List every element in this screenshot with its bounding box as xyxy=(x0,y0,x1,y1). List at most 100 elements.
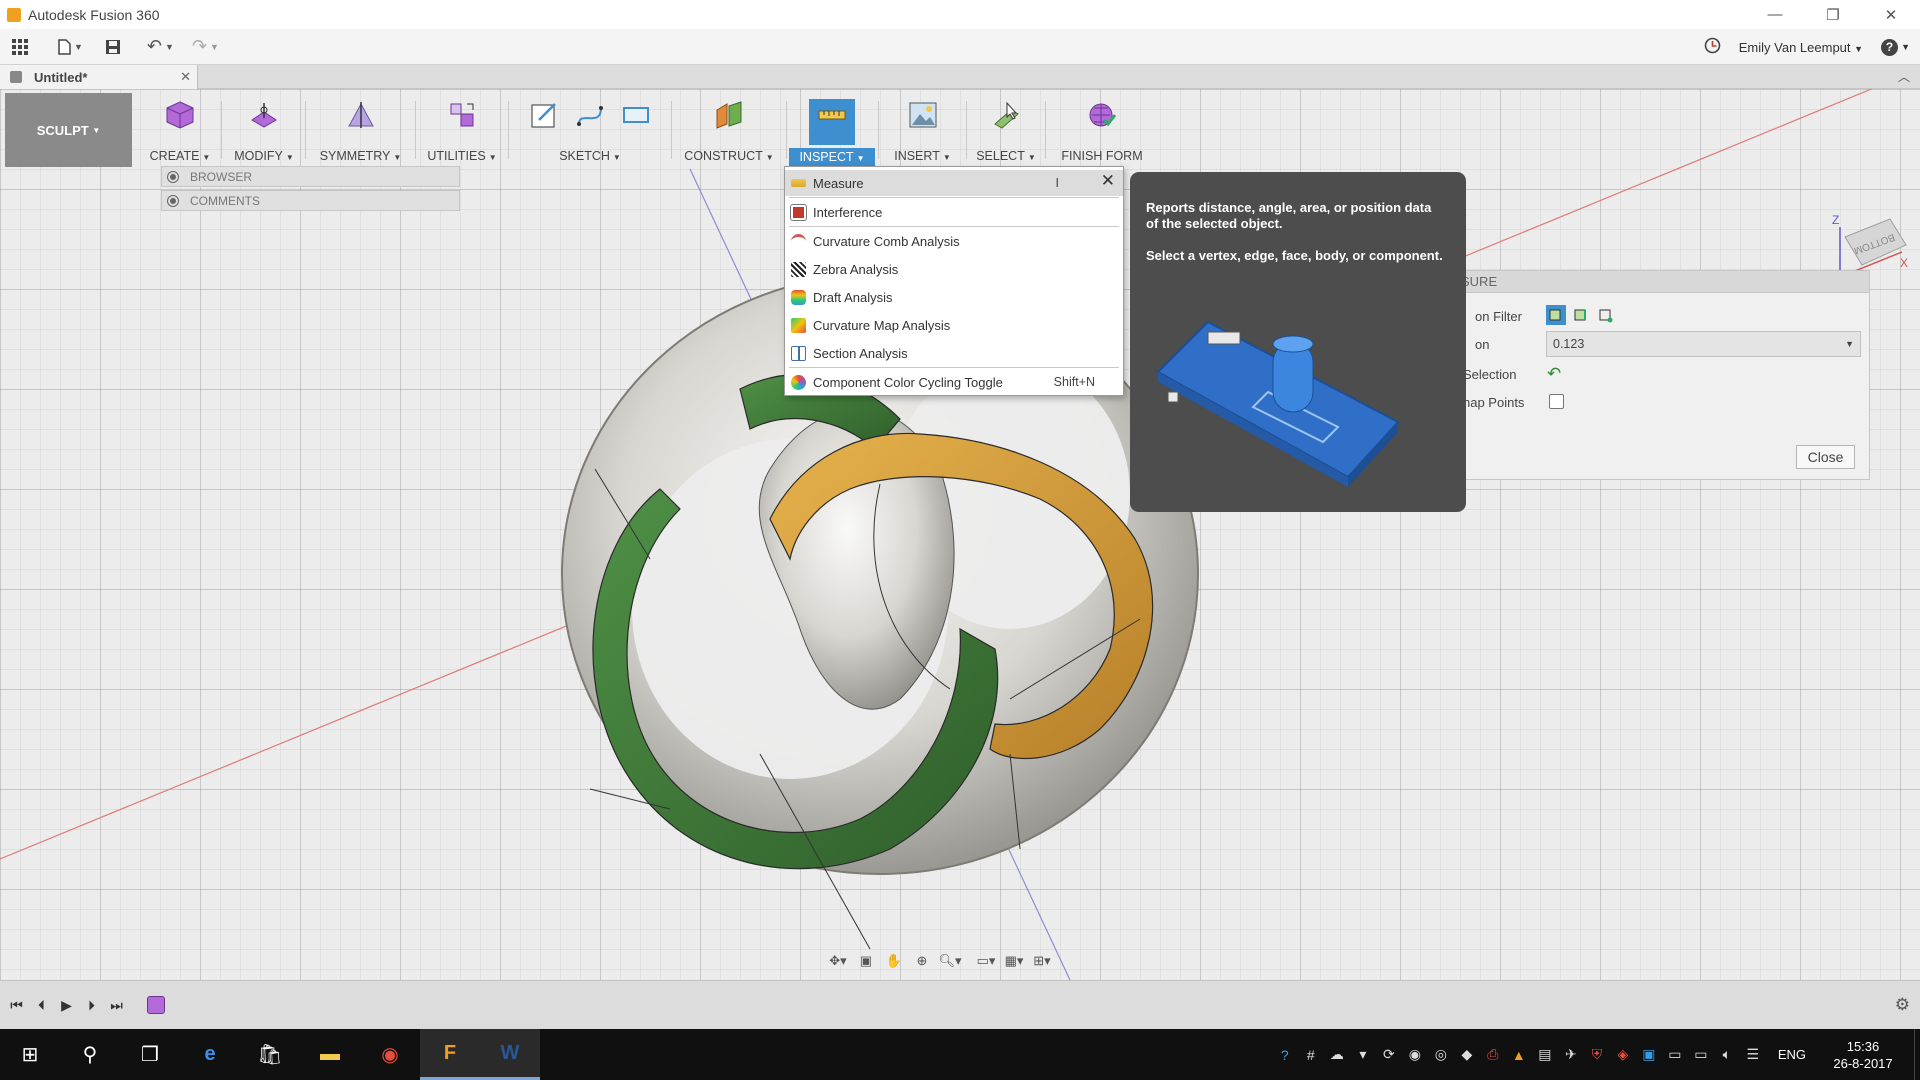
edge-browser-icon[interactable]: e xyxy=(180,1029,240,1080)
go-to-start-icon[interactable]: ⏮ xyxy=(4,993,29,1018)
precision-value: 0.123 xyxy=(1553,337,1585,351)
look-at-icon[interactable]: ▣ xyxy=(854,949,878,973)
spline-icon xyxy=(574,99,606,131)
display-tray-icon[interactable]: ▭ xyxy=(1662,1029,1688,1080)
fusion-taskbar-icon[interactable]: F xyxy=(420,1029,480,1080)
chrome-icon[interactable]: ◉ xyxy=(360,1029,420,1080)
word-taskbar-icon[interactable]: W xyxy=(480,1029,540,1080)
measure-dialog: SURE on Filter on 0.123 ▼ Selection ↶ nap… xyxy=(1440,270,1870,480)
ribbon-group-symmetry[interactable]: SYMMETRY ▼ xyxy=(307,93,414,167)
pdf-tray-icon[interactable]: ⎙ xyxy=(1480,1029,1506,1080)
job-status-icon[interactable] xyxy=(1704,37,1721,57)
undo-button[interactable]: ↶ ▼ xyxy=(143,33,178,61)
ribbon-group-sketch[interactable]: SKETCH ▼ xyxy=(510,93,670,167)
pan-icon[interactable]: ✋ xyxy=(882,949,906,973)
menu-item-measure[interactable]: Measure I xyxy=(785,170,1123,196)
data-panel-button[interactable] xyxy=(8,33,32,61)
file-explorer-icon[interactable]: ▬ xyxy=(300,1029,360,1080)
task-view-icon[interactable]: ❐ xyxy=(120,1029,180,1080)
comments-panel[interactable]: COMMENTS xyxy=(161,190,460,211)
network-drive-tray-icon[interactable]: ▾ xyxy=(1350,1029,1376,1080)
go-to-end-icon[interactable]: ⏭ xyxy=(104,993,129,1018)
menu-item-curvature-comb[interactable]: Curvature Comb Analysis xyxy=(785,228,1123,254)
step-back-icon[interactable]: ⏴ xyxy=(29,993,54,1018)
ribbon-group-utilities[interactable]: UTILITIES ▼ xyxy=(417,93,507,167)
workspace-switcher[interactable]: SCULPT ▼ xyxy=(5,93,132,167)
file-menu-button[interactable]: ▼ xyxy=(54,33,87,61)
chrome-tray-icon[interactable]: ◉ xyxy=(1402,1029,1428,1080)
app-tray-icon[interactable]: ◎ xyxy=(1428,1029,1454,1080)
precision-dropdown[interactable]: 0.123 ▼ xyxy=(1546,331,1861,357)
menu-item-draft[interactable]: Draft Analysis xyxy=(785,284,1123,310)
collapse-ribbon-icon[interactable]: ︿ xyxy=(1898,68,1910,85)
clock[interactable]: 15:36 26-8-2017 xyxy=(1818,1038,1908,1072)
filter-edge-icon[interactable] xyxy=(1571,305,1591,325)
viewports-icon[interactable]: ⊞▾ xyxy=(1030,949,1054,973)
save-button[interactable] xyxy=(101,33,125,61)
minimize-button[interactable]: — xyxy=(1746,0,1804,29)
ribbon-group-inspect[interactable]: INSPECT ▼ xyxy=(787,93,877,167)
ribbon-group-select[interactable]: SELECT ▼ xyxy=(968,93,1044,167)
play-icon[interactable]: ▶ xyxy=(54,993,79,1018)
show-desktop-button[interactable] xyxy=(1914,1029,1920,1080)
slack-tray-icon[interactable]: # xyxy=(1298,1029,1324,1080)
drive-tray-icon[interactable]: ▤ xyxy=(1532,1029,1558,1080)
fit-icon[interactable]: 🔍︎▾ xyxy=(938,949,962,973)
store-icon[interactable]: 🛍︎ xyxy=(240,1029,300,1080)
help-tray-icon[interactable]: ? xyxy=(1272,1029,1298,1080)
close-button[interactable]: Close xyxy=(1796,445,1855,469)
notification-icon[interactable]: ☰ xyxy=(1740,1029,1766,1080)
display-settings-icon[interactable]: ▭▾ xyxy=(974,949,998,973)
menu-item-curvature-map[interactable]: Curvature Map Analysis xyxy=(785,312,1123,338)
snap-points-checkbox[interactable] xyxy=(1549,394,1564,409)
filter-face-icon[interactable] xyxy=(1546,305,1566,325)
menu-item-zebra[interactable]: Zebra Analysis xyxy=(785,256,1123,282)
inspect-dropdown-menu: Measure I ✕ Interference Curvature Comb … xyxy=(784,166,1124,396)
draft-analysis-icon xyxy=(791,289,806,305)
browser-panel[interactable]: BROWSER xyxy=(161,166,460,187)
curvature-comb-icon xyxy=(791,233,806,249)
menu-item-label: Interference xyxy=(813,204,883,220)
antivirus-tray-icon[interactable]: ◈ xyxy=(1610,1029,1636,1080)
sync-tray-icon[interactable]: ⟳ xyxy=(1376,1029,1402,1080)
battery-icon[interactable]: ▭ xyxy=(1688,1029,1714,1080)
restore-button[interactable]: ❐ xyxy=(1804,0,1862,29)
close-window-button[interactable]: ✕ xyxy=(1862,0,1920,29)
ribbon-group-create[interactable]: CREATE ▼ xyxy=(140,93,220,167)
close-tab-icon[interactable]: ✕ xyxy=(180,69,191,85)
security-tray-icon[interactable]: ⛨ xyxy=(1584,1029,1610,1080)
grid-settings-icon[interactable]: ▦▾ xyxy=(1002,949,1026,973)
language-indicator[interactable]: ENG xyxy=(1778,1047,1806,1062)
cloud-tray-icon[interactable]: ☁ xyxy=(1324,1029,1350,1080)
onedrive-tray-icon[interactable]: ▣ xyxy=(1636,1029,1662,1080)
close-icon[interactable]: ✕ xyxy=(1101,171,1115,191)
gear-icon[interactable]: ⚙ xyxy=(1895,995,1910,1015)
ribbon-group-modify[interactable]: MODIFY ▼ xyxy=(223,93,305,167)
menu-item-section[interactable]: Section Analysis xyxy=(785,340,1123,366)
zoom-icon[interactable]: ⊕ xyxy=(910,949,934,973)
start-windows-icon[interactable]: ⊞ xyxy=(0,1029,60,1080)
document-tab[interactable]: Untitled* ✕ xyxy=(0,65,198,89)
timeline-bar: ⏮ ⏴ ▶ ⏵ ⏭ ⚙ xyxy=(0,980,1920,1029)
filter-vertex-icon[interactable] xyxy=(1596,305,1616,325)
airplane-tray-icon[interactable]: ✈ xyxy=(1558,1029,1584,1080)
user-account-menu[interactable]: Emily Van Leemput ▼ xyxy=(1739,40,1863,55)
timeline-form-feature-icon[interactable] xyxy=(147,996,165,1014)
autodesk-tray-icon[interactable]: ▲ xyxy=(1506,1029,1532,1080)
orbit-icon[interactable]: ✥▾ xyxy=(826,949,850,973)
menu-item-color-cycling[interactable]: Component Color Cycling Toggle Shift+N xyxy=(785,369,1123,395)
redo-button[interactable]: ↷ ▼ xyxy=(188,33,223,61)
search-icon[interactable]: ⚲ xyxy=(60,1029,120,1080)
volume-icon[interactable]: 🔈︎ xyxy=(1714,1029,1740,1080)
ribbon-group-finish-form[interactable]: FINISH FORM xyxy=(1047,93,1157,167)
expand-icon[interactable] xyxy=(168,195,178,206)
ribbon-group-construct[interactable]: CONSTRUCT ▼ xyxy=(673,93,785,167)
menu-item-interference[interactable]: Interference xyxy=(785,199,1123,225)
help-menu[interactable]: ? ▼ xyxy=(1881,38,1910,56)
step-forward-icon[interactable]: ⏵ xyxy=(79,993,104,1018)
reset-selection-icon[interactable]: ↶ xyxy=(1547,364,1561,384)
expand-icon[interactable] xyxy=(168,171,178,182)
vpn-tray-icon[interactable]: ◆ xyxy=(1454,1029,1480,1080)
ribbon-group-insert[interactable]: INSERT ▼ xyxy=(880,93,965,167)
chevron-down-icon: ▼ xyxy=(1901,42,1910,52)
